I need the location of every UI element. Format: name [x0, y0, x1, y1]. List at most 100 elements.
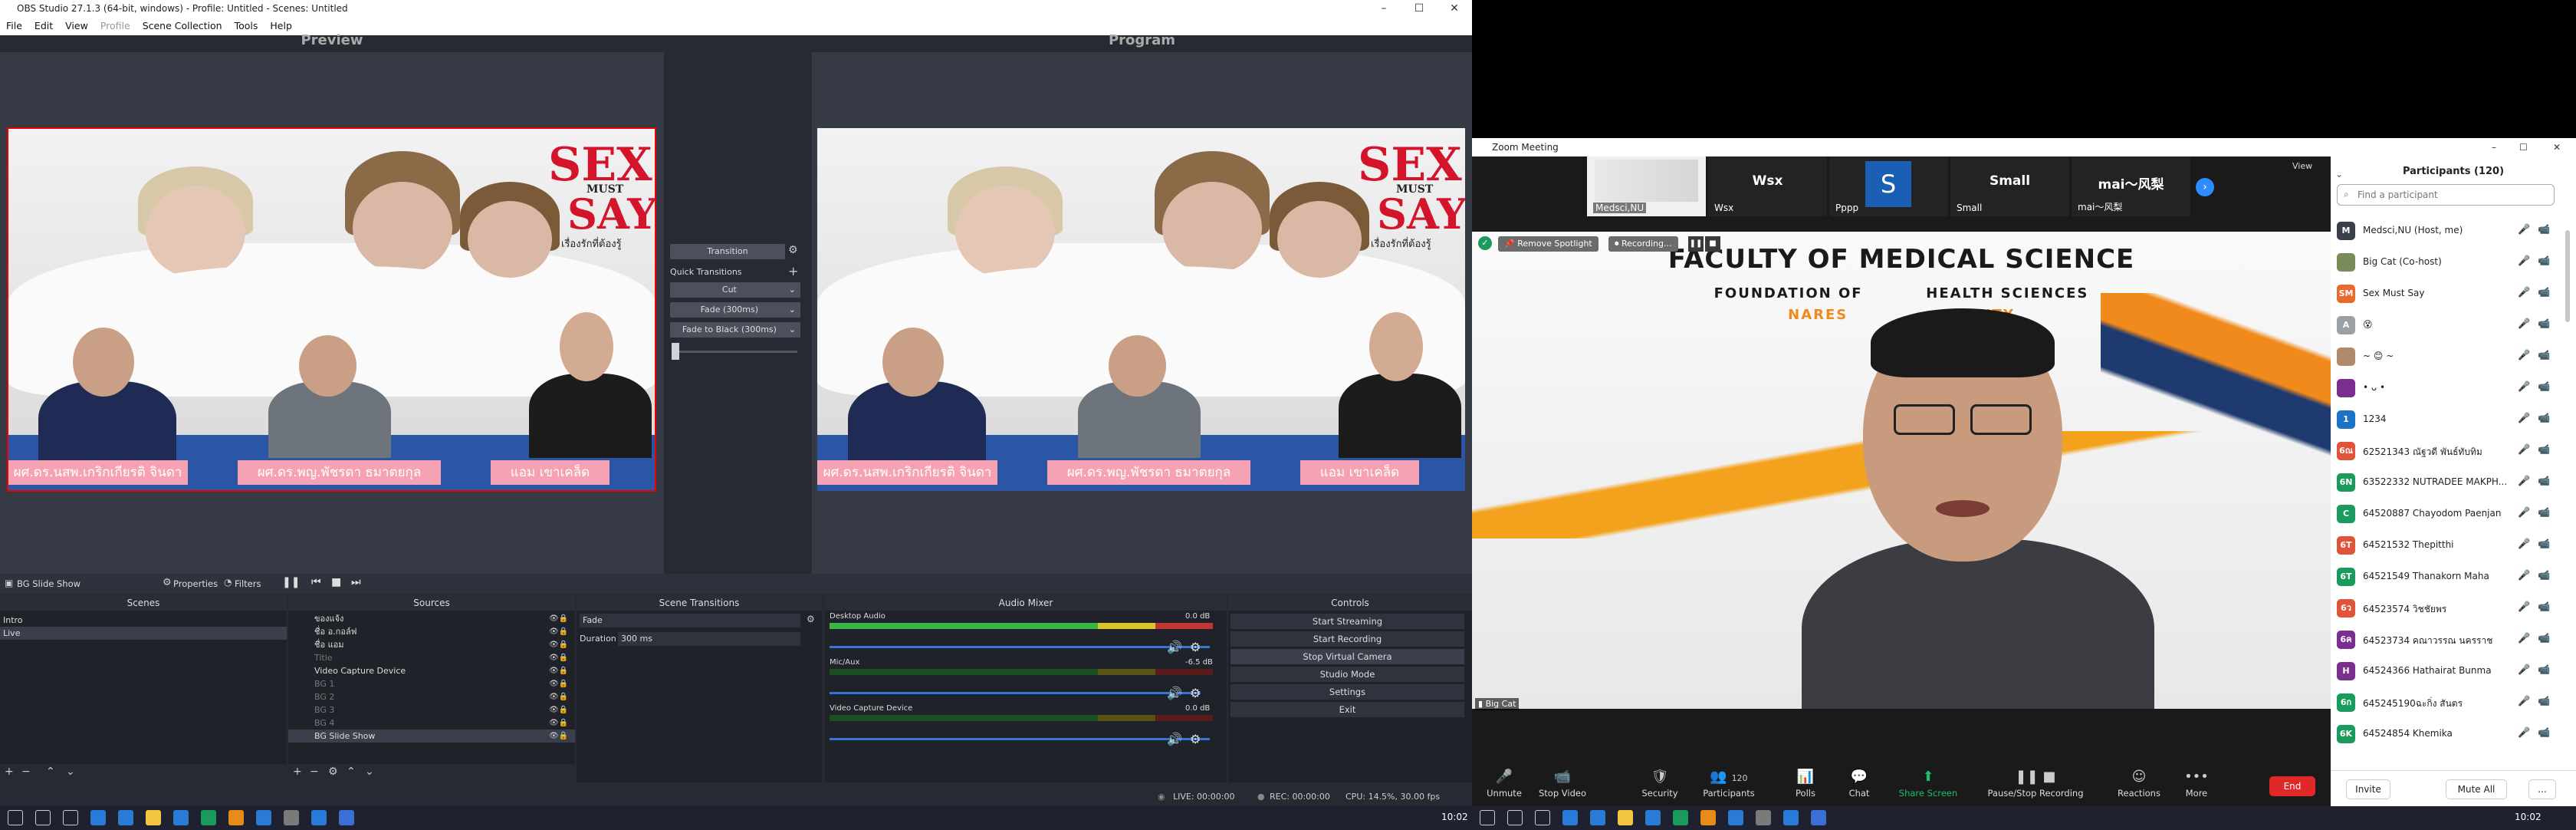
video-off-icon[interactable]: 📹	[2538, 696, 2550, 707]
taskbar-app-icon[interactable]	[256, 810, 271, 825]
close-icon[interactable]: ✕	[2553, 138, 2561, 156]
gear-icon[interactable]: ⚙	[1190, 686, 1201, 700]
mic-muted-icon[interactable]: 🎤	[2518, 255, 2530, 267]
taskbar-app-icon[interactable]	[118, 810, 133, 825]
settings-button[interactable]: Settings	[1230, 684, 1464, 700]
selection-frame[interactable]	[7, 127, 656, 492]
volume-slider[interactable]	[830, 738, 1210, 740]
video-off-icon[interactable]: 📹	[2538, 318, 2550, 330]
gear-icon[interactable]: ⚙	[788, 244, 798, 256]
taskbar-app-icon[interactable]	[1645, 810, 1661, 825]
video-off-icon[interactable]: 📹	[2538, 413, 2550, 424]
video-off-icon[interactable]: 📹	[2538, 507, 2550, 519]
participant-row[interactable]: 6T 64521532 Thepitthi 🎤 📹	[2337, 529, 2567, 561]
gear-icon[interactable]: ⚙	[1190, 732, 1201, 746]
mic-muted-icon[interactable]: 🎤	[2518, 444, 2530, 456]
duration-input[interactable]: 300 ms	[618, 632, 800, 646]
video-off-icon[interactable]: 📹	[2538, 664, 2550, 676]
participant-row[interactable]: 6ว 64523574 วิชชัยพร 🎤 📹	[2337, 592, 2567, 624]
chevron-up-icon[interactable]: ⌃	[46, 766, 55, 778]
remove-spotlight-button[interactable]: 📌 Remove Spotlight	[1498, 236, 1598, 252]
quick-transition-fade-black[interactable]: Fade to Black (300ms) ⌄	[670, 322, 800, 338]
gear-icon[interactable]: ⚙	[1190, 640, 1201, 654]
more-options-button[interactable]: ...	[2528, 779, 2556, 799]
source-item[interactable]: BG 3	[288, 703, 575, 716]
video-off-icon[interactable]: 📹	[2538, 727, 2550, 739]
properties-button[interactable]: Properties	[173, 578, 218, 589]
visibility-lock-icons[interactable]: 👁🔒 👁🔒 👁🔒 👁🔒 👁🔒 👁🔒 👁🔒 👁🔒 👁🔒 👁🔒	[549, 612, 572, 743]
taskbar-app-icon[interactable]	[1783, 810, 1799, 825]
taskbar-app-icon[interactable]	[1562, 810, 1578, 825]
participant-row[interactable]: 6N 63522332 NUTRADEE MAKPH... 🎤 📹	[2337, 466, 2567, 498]
mic-muted-icon[interactable]: 🎤	[2518, 633, 2530, 644]
scene-item-intro[interactable]: Intro	[0, 614, 287, 627]
source-item[interactable]: ชื่อ แอม	[288, 638, 575, 651]
taskbar-app-icon[interactable]	[1811, 810, 1826, 825]
video-off-icon[interactable]: 📹	[2538, 224, 2550, 235]
speaker-icon[interactable]: 🔊	[1167, 640, 1182, 654]
chevron-down-icon[interactable]: ⌄	[66, 766, 75, 778]
mic-muted-icon[interactable]: 🎤	[2518, 413, 2530, 424]
share-screen-button[interactable]: ⬆ Share Screen	[1894, 769, 1963, 799]
transition-button[interactable]: Transition	[670, 244, 785, 259]
exit-button[interactable]: Exit	[1230, 702, 1464, 717]
participant-row[interactable]: 6ณ 62521343 ณัฐวดี พันธ์ทับทิม 🎤 📹	[2337, 435, 2567, 466]
remove-icon[interactable]: −	[21, 766, 31, 778]
mic-muted-icon[interactable]: 🎤	[2518, 664, 2530, 676]
add-icon[interactable]: +	[788, 264, 798, 278]
participant-row[interactable]: H 64524366 Hathairat Bunma 🎤 📹	[2337, 655, 2567, 687]
video-off-icon[interactable]: 📹	[2538, 601, 2550, 613]
stop-virtual-camera-button[interactable]: Stop Virtual Camera	[1230, 649, 1464, 664]
pause-icon[interactable]: ❚❚	[282, 576, 300, 588]
mic-muted-icon[interactable]: 🎤	[2518, 224, 2530, 235]
taskbar-app-icon[interactable]	[1728, 810, 1743, 825]
mic-muted-icon[interactable]: 🎤	[2518, 350, 2530, 361]
video-off-icon[interactable]: 📹	[2538, 444, 2550, 456]
tbar-handle[interactable]	[672, 343, 679, 360]
video-off-icon[interactable]: 📹	[2538, 287, 2550, 298]
taskbar-app-icon[interactable]	[63, 810, 78, 825]
maximize-icon[interactable]: ☐	[1401, 0, 1437, 17]
taskbar-app-icon[interactable]	[284, 810, 299, 825]
start-streaming-button[interactable]: Start Streaming	[1230, 614, 1464, 629]
mic-muted-icon[interactable]: 🎤	[2518, 287, 2530, 298]
chat-button[interactable]: 💬 Chat	[1840, 769, 1878, 799]
video-off-icon[interactable]: 📹	[2538, 570, 2550, 581]
start-recording-button[interactable]: Start Recording	[1230, 631, 1464, 647]
speaker-icon[interactable]: 🔊	[1167, 686, 1182, 700]
participant-row[interactable]: 1 1234 🎤 📹	[2337, 403, 2567, 435]
mic-muted-icon[interactable]: 🎤	[2518, 318, 2530, 330]
participants-button[interactable]: 👥 120 Participants	[1694, 769, 1763, 799]
mic-muted-icon[interactable]: 🎤	[2518, 727, 2530, 739]
studio-mode-button[interactable]: Studio Mode	[1230, 667, 1464, 682]
taskbar-app-icon[interactable]	[1673, 810, 1688, 825]
scrollbar[interactable]	[2565, 230, 2570, 322]
source-item[interactable]: BG 2	[288, 690, 575, 703]
minimize-icon[interactable]: –	[1366, 0, 1401, 17]
taskbar-app-icon[interactable]	[1590, 810, 1605, 825]
quick-transition-fade[interactable]: Fade (300ms) ⌄	[670, 302, 800, 318]
polls-button[interactable]: 📊 Polls	[1786, 769, 1825, 799]
video-tile[interactable]: S Pppp	[1829, 156, 1948, 216]
mic-muted-icon[interactable]: 🎤	[2518, 601, 2530, 613]
reactions-button[interactable]: ☺ Reactions	[2112, 769, 2166, 799]
sources-list[interactable]: ของแจ้ง ชื่อ อ.กอล์ฟ ชื่อ แอม Title Vide…	[288, 611, 575, 764]
source-item[interactable]: BG 1	[288, 677, 575, 690]
video-tile[interactable]: Medsci,NU	[1587, 156, 1706, 216]
search-icon[interactable]	[1507, 810, 1523, 825]
minimize-icon[interactable]: –	[2492, 138, 2496, 156]
next-icon[interactable]: ⏭	[351, 576, 361, 588]
taskbar-app-icon[interactable]	[1535, 810, 1550, 825]
taskbar-app-icon[interactable]	[201, 810, 216, 825]
gear-icon[interactable]: ⚙	[328, 766, 338, 778]
taskbar-app-icon[interactable]	[339, 810, 354, 825]
source-item-selected[interactable]: BG Slide Show	[288, 730, 575, 743]
participant-row[interactable]: • ᴗ • 🎤 📹	[2337, 372, 2567, 403]
video-off-icon[interactable]: 📹	[2538, 476, 2550, 487]
stop-video-button[interactable]: 📹 Stop Video	[1532, 769, 1593, 799]
end-meeting-button[interactable]: End	[2269, 776, 2315, 796]
taskbar-app-icon[interactable]	[1618, 810, 1633, 825]
source-item[interactable]: Video Capture Device	[288, 664, 575, 677]
view-button[interactable]: View	[2292, 161, 2312, 171]
taskbar-app-icon[interactable]	[173, 810, 189, 825]
